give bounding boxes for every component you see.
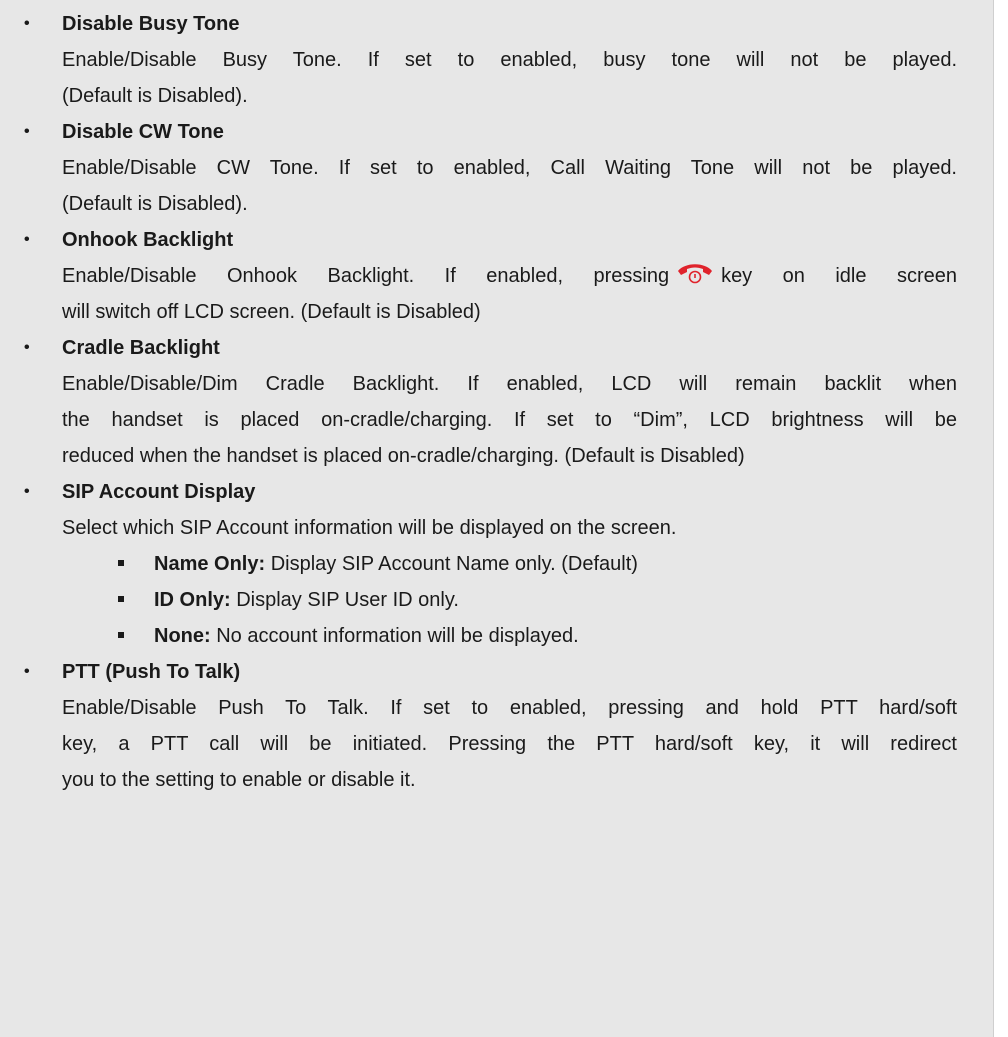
item-description: Select which SIP Account information wil… xyxy=(62,510,957,546)
option-none: None: No account information will be dis… xyxy=(62,618,957,654)
option-term: None: xyxy=(154,625,211,647)
bullet-icon: • xyxy=(24,663,30,680)
description-line: the handset is placed on-cradle/charging… xyxy=(62,409,957,431)
document-page: • Disable Busy Tone Enable/Disable Busy … xyxy=(0,0,994,1037)
description-line: key, a PTT call will be initiated. Press… xyxy=(62,733,957,755)
option-name-only: Name Only: Display SIP Account Name only… xyxy=(62,546,957,582)
option-id-only: ID Only: Display SIP User ID only. xyxy=(62,582,957,618)
settings-item-disable-cw-tone: • Disable CW Tone Enable/Disable CW Tone… xyxy=(0,114,993,222)
item-description: Enable/Disable/Dim Cradle Backlight. If … xyxy=(62,366,957,474)
description-text: Enable/Disable Onhook Backlight. If enab… xyxy=(62,265,670,287)
settings-item-cradle-backlight: • Cradle Backlight Enable/Disable/Dim Cr… xyxy=(0,330,993,474)
bullet-icon: • xyxy=(24,123,30,140)
item-title: Disable CW Tone xyxy=(62,121,224,143)
item-description: Enable/Disable CW Tone. If set to enable… xyxy=(62,150,957,222)
option-text: No account information will be displayed… xyxy=(210,625,579,647)
description-line: reduced when the handset is placed on-cr… xyxy=(62,445,745,467)
square-bullet-icon xyxy=(118,632,124,638)
square-bullet-icon xyxy=(118,560,124,566)
bullet-icon: • xyxy=(24,339,30,356)
bullet-icon: • xyxy=(24,231,30,248)
description-line: Enable/Disable Busy Tone. If set to enab… xyxy=(62,49,957,71)
item-title: Disable Busy Tone xyxy=(62,13,240,35)
item-description: Enable/Disable Push To Talk. If set to e… xyxy=(62,690,957,798)
description-line: (Default is Disabled). xyxy=(62,85,248,107)
option-term: Name Only: xyxy=(154,553,266,575)
description-line: will switch off LCD screen. (Default is … xyxy=(62,301,481,323)
description-line: Select which SIP Account information wil… xyxy=(62,517,677,539)
settings-item-disable-busy-tone: • Disable Busy Tone Enable/Disable Busy … xyxy=(0,6,993,114)
description-line: Enable/Disable/Dim Cradle Backlight. If … xyxy=(62,373,957,395)
item-description: Enable/Disable Onhook Backlight. If enab… xyxy=(62,258,957,330)
item-title: Cradle Backlight xyxy=(62,337,220,359)
item-title: Onhook Backlight xyxy=(62,229,234,251)
description-line: you to the setting to enable or disable … xyxy=(62,769,416,791)
option-list: Name Only: Display SIP Account Name only… xyxy=(62,546,957,654)
bullet-icon: • xyxy=(24,483,30,500)
option-text: Display SIP Account Name only. (Default) xyxy=(265,553,638,575)
hangup-key-icon xyxy=(678,264,713,284)
settings-item-ptt: • PTT (Push To Talk) Enable/Disable Push… xyxy=(0,654,993,798)
item-description: Enable/Disable Busy Tone. If set to enab… xyxy=(62,42,957,114)
description-line: Enable/Disable Onhook Backlight. If enab… xyxy=(62,258,957,294)
description-text: key on idle screen xyxy=(721,265,957,287)
description-line: Enable/Disable Push To Talk. If set to e… xyxy=(62,697,957,719)
option-term: ID Only: xyxy=(154,589,231,611)
settings-item-onhook-backlight: • Onhook Backlight Enable/Disable Onhook… xyxy=(0,222,993,330)
item-title: PTT (Push To Talk) xyxy=(62,661,241,683)
item-title: SIP Account Display xyxy=(62,481,256,503)
square-bullet-icon xyxy=(118,596,124,602)
option-text: Display SIP User ID only. xyxy=(230,589,459,611)
description-line: (Default is Disabled). xyxy=(62,193,248,215)
description-line: Enable/Disable CW Tone. If set to enable… xyxy=(62,157,957,179)
settings-item-sip-account-display: • SIP Account Display Select which SIP A… xyxy=(0,474,993,654)
bullet-icon: • xyxy=(24,15,30,32)
